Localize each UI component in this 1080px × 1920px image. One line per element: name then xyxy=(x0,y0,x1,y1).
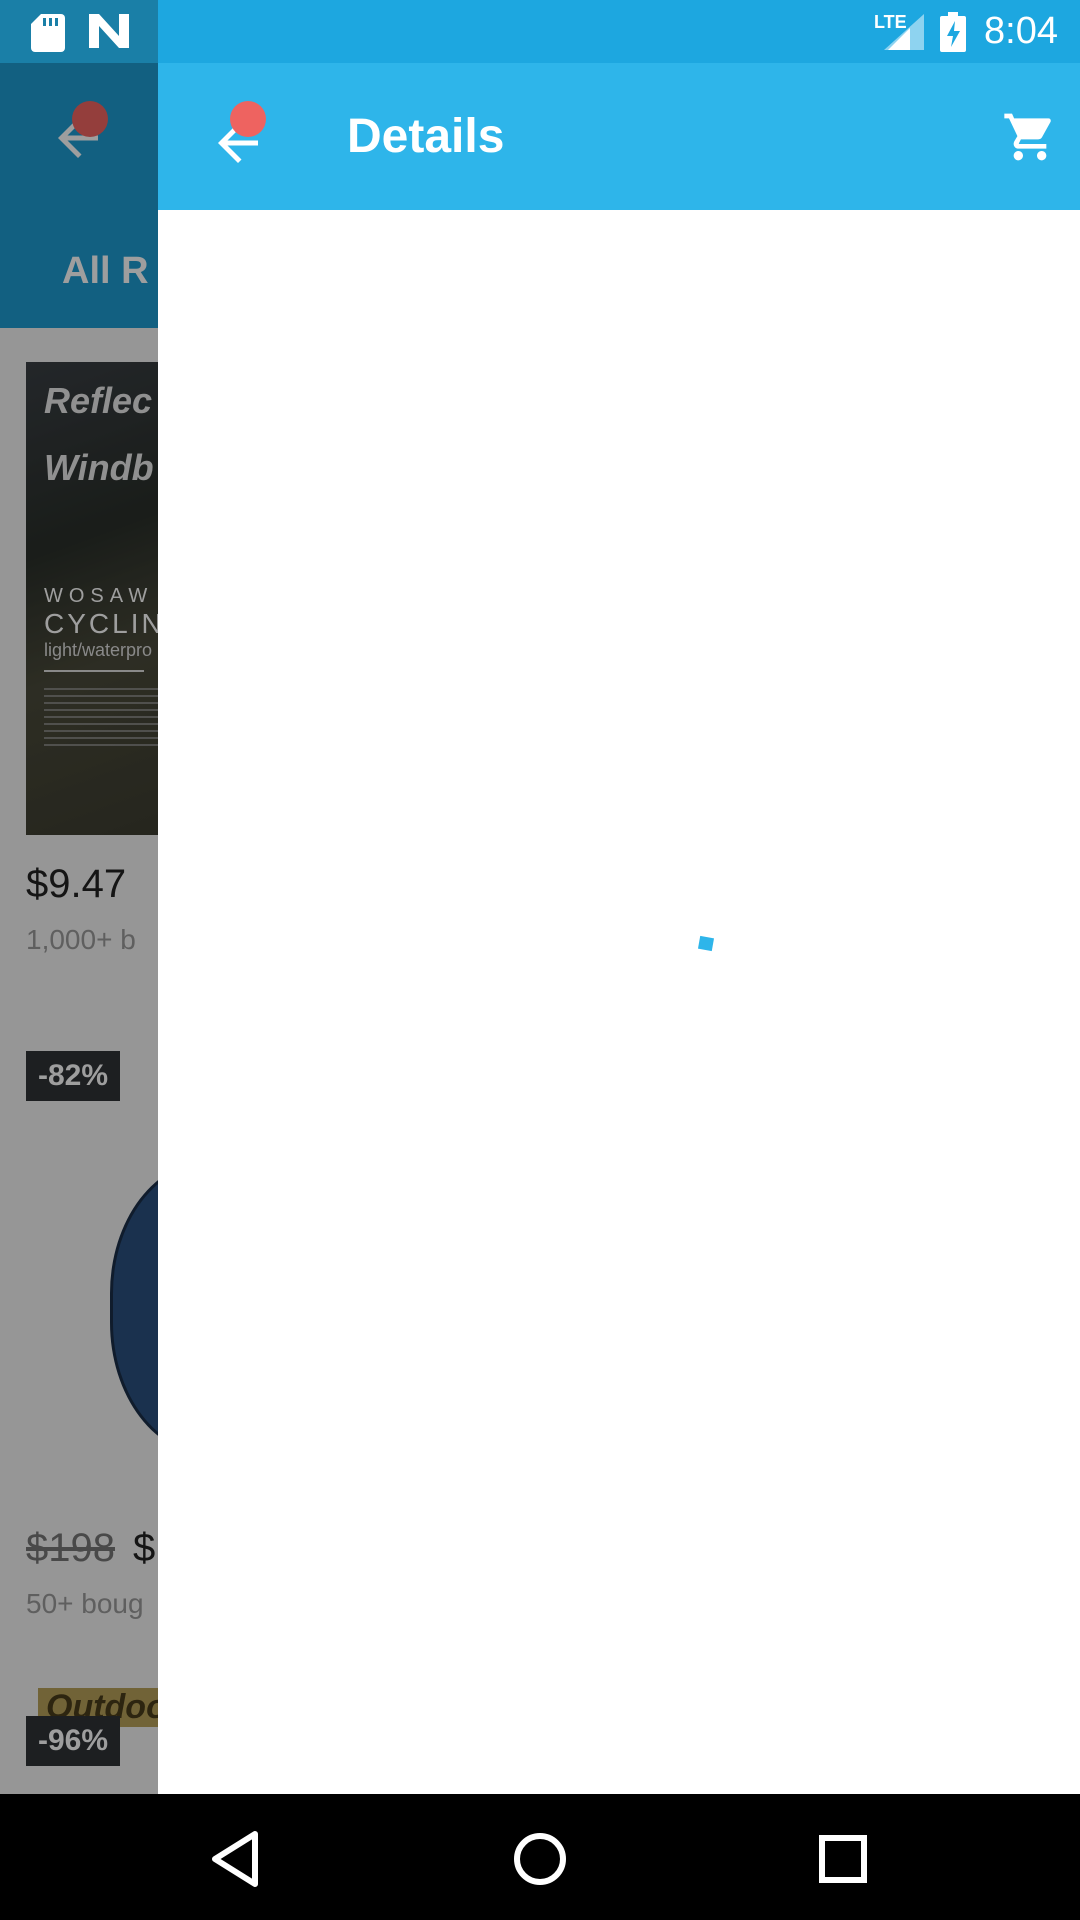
n-logo-icon xyxy=(89,14,129,48)
battery-charging-icon xyxy=(940,12,966,52)
cart-icon[interactable] xyxy=(1002,109,1058,165)
loading-spinner xyxy=(697,935,715,952)
notification-dot xyxy=(230,101,266,137)
system-nav-bar xyxy=(0,1794,1080,1920)
home-circle-icon[interactable] xyxy=(505,1824,575,1894)
recents-square-icon[interactable] xyxy=(808,1824,878,1894)
details-toolbar: Details xyxy=(158,63,1080,210)
signal-icon xyxy=(884,14,924,50)
status-time: 8:04 xyxy=(984,10,1058,52)
page-title: Details xyxy=(347,110,505,163)
status-bar: LTE 8:04 xyxy=(0,0,1080,63)
details-sheet: Details xyxy=(158,63,1080,1794)
back-triangle-icon[interactable] xyxy=(201,1824,271,1894)
sd-card-icon xyxy=(31,14,65,52)
